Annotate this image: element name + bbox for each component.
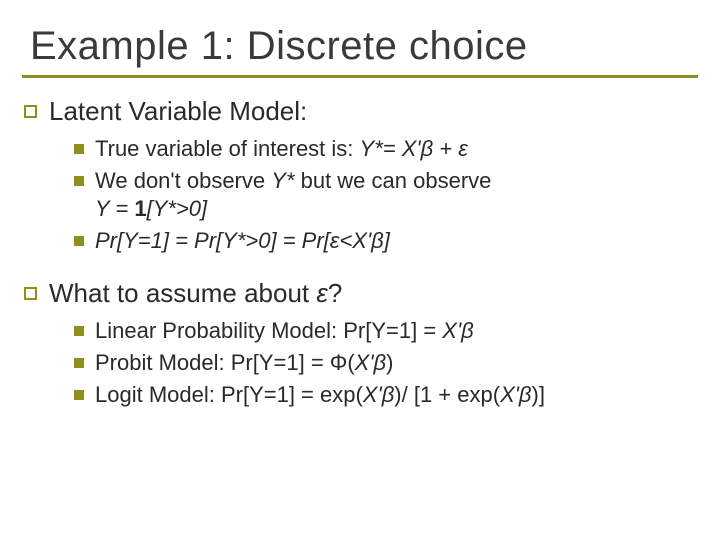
continuation-line: Y = 1[Y*>0] xyxy=(95,195,491,223)
math-expr: X'β xyxy=(500,382,531,407)
model-label: Linear Probability Model: Pr[Y=1] = xyxy=(95,318,442,343)
list-item-text: Pr[Y=1] = Pr[Y*>0] = Pr[ε<X'β] xyxy=(95,227,390,255)
slide: Example 1: Discrete choice Latent Variab… xyxy=(0,0,720,540)
math-var: ε xyxy=(316,278,327,308)
text-prefix: We don't observe xyxy=(95,168,271,193)
math-expr: X'β xyxy=(442,318,473,343)
math-expr: [Y*>0] xyxy=(147,196,208,221)
text-prefix: True variable of interest is: xyxy=(95,136,360,161)
heading-prefix: What to assume about xyxy=(49,278,316,308)
model-label: Logit Model: Pr[Y=1] = exp( xyxy=(95,382,363,407)
math-var: Y = xyxy=(95,196,134,221)
section-heading: What to assume about ε? xyxy=(49,278,342,309)
list-item-text: We don't observe Y* but we can observe Y… xyxy=(95,167,491,223)
title-wrap: Example 1: Discrete choice xyxy=(22,24,698,78)
section-heading: Latent Variable Model: xyxy=(49,96,307,127)
math-expr: X'β xyxy=(355,350,386,375)
section-latent-variable: Latent Variable Model: True variable of … xyxy=(24,96,692,256)
text-tail: )] xyxy=(532,382,545,407)
math-expr: Y* xyxy=(271,168,294,193)
list-item: Logit Model: Pr[Y=1] = exp(X'β)/ [1 + ex… xyxy=(74,381,692,409)
list-item-text: Probit Model: Pr[Y=1] = Φ(X'β) xyxy=(95,349,393,377)
square-fill-icon xyxy=(74,144,84,154)
square-fill-icon xyxy=(74,326,84,336)
square-open-icon xyxy=(24,105,37,118)
list-item: Probit Model: Pr[Y=1] = Φ(X'β) xyxy=(74,349,692,377)
section-assume-epsilon: What to assume about ε? Linear Probabili… xyxy=(24,278,692,409)
list-item: Linear Probability Model: Pr[Y=1] = X'β xyxy=(74,317,692,345)
text-tail: but we can observe xyxy=(294,168,491,193)
math-expr: Y*= X'β + ε xyxy=(360,136,468,161)
square-open-icon xyxy=(24,287,37,300)
slide-content: Latent Variable Model: True variable of … xyxy=(22,92,698,409)
text-tail: ) xyxy=(386,350,393,375)
list-item-text: Logit Model: Pr[Y=1] = exp(X'β)/ [1 + ex… xyxy=(95,381,545,409)
section-heading-row: Latent Variable Model: xyxy=(24,96,692,127)
list-item: Pr[Y=1] = Pr[Y*>0] = Pr[ε<X'β] xyxy=(74,227,692,255)
model-label: Probit Model: Pr[Y=1] = Φ( xyxy=(95,350,355,375)
bullet-list: Linear Probability Model: Pr[Y=1] = X'β … xyxy=(74,317,692,409)
bullet-list: True variable of interest is: Y*= X'β + … xyxy=(74,135,692,256)
slide-title: Example 1: Discrete choice xyxy=(30,24,698,69)
square-fill-icon xyxy=(74,236,84,246)
math-expr: X'β xyxy=(363,382,394,407)
section-heading-row: What to assume about ε? xyxy=(24,278,692,309)
square-fill-icon xyxy=(74,358,84,368)
list-item: We don't observe Y* but we can observe Y… xyxy=(74,167,692,223)
bold-one: 1 xyxy=(134,196,146,221)
math-expr: Pr[Y=1] = Pr[Y*>0] = Pr[ε<X'β] xyxy=(95,228,390,253)
list-item-text: True variable of interest is: Y*= X'β + … xyxy=(95,135,468,163)
list-item-text: Linear Probability Model: Pr[Y=1] = X'β xyxy=(95,317,474,345)
list-item: True variable of interest is: Y*= X'β + … xyxy=(74,135,692,163)
square-fill-icon xyxy=(74,390,84,400)
square-fill-icon xyxy=(74,176,84,186)
heading-suffix: ? xyxy=(328,278,342,308)
text-mid: )/ [1 + exp( xyxy=(394,382,500,407)
